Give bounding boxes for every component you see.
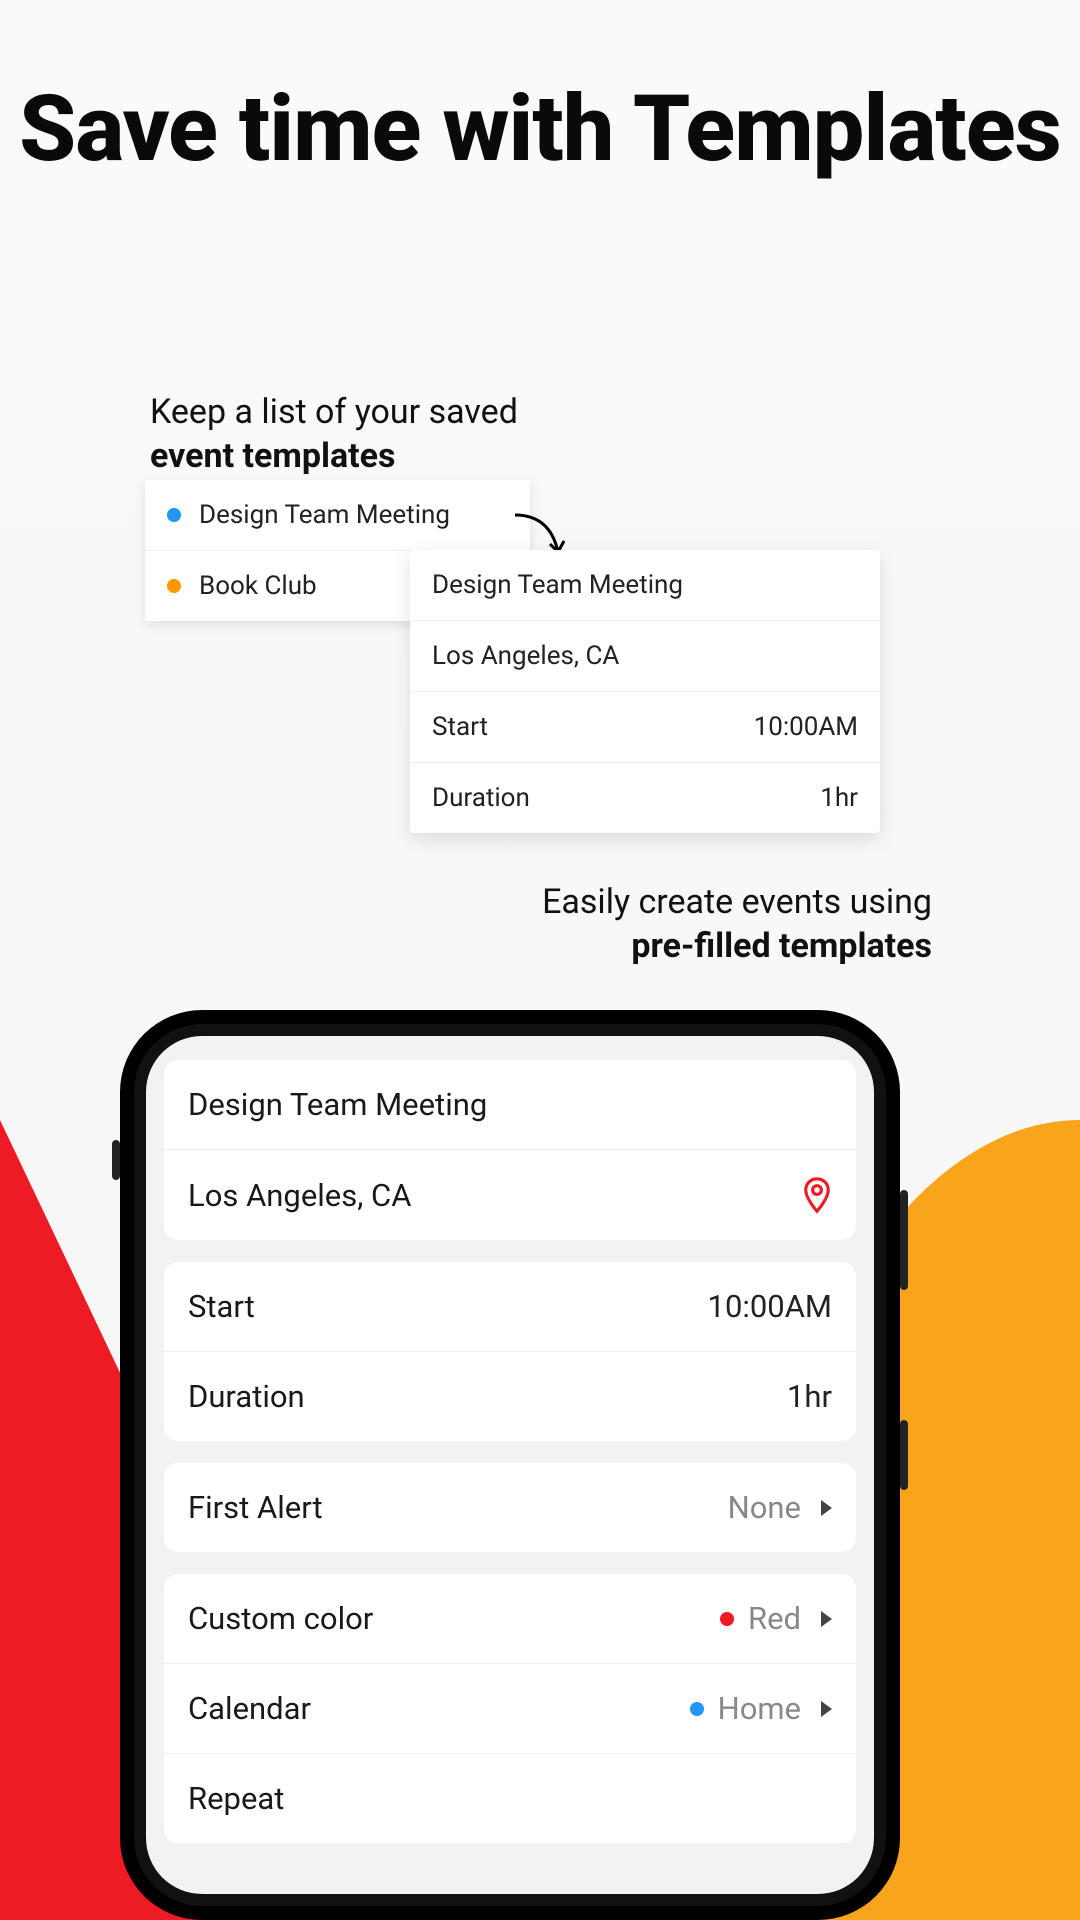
template-detail-title-row: Design Team Meeting — [410, 550, 880, 620]
template-list-label: Design Team Meeting — [199, 500, 450, 530]
row-label: Duration — [188, 1378, 305, 1415]
event-settings-card: Custom color Red Calendar Home — [164, 1574, 856, 1843]
row-label: First Alert — [188, 1489, 323, 1526]
chevron-right-icon — [821, 1701, 832, 1717]
subtitle-prefilled: Easily create events using pre-filled te… — [542, 880, 932, 968]
template-detail-location-row: Los Angeles, CA — [410, 620, 880, 691]
row-value: 1hr — [787, 1378, 832, 1415]
phone-bezel: Design Team Meeting Los Angeles, CA Star… — [134, 1024, 886, 1906]
phone-screen: Design Team Meeting Los Angeles, CA Star… — [146, 1036, 874, 1894]
row-label: Start — [432, 712, 488, 742]
row-value: Home — [718, 1690, 801, 1727]
location-pin-icon — [802, 1176, 832, 1214]
chevron-right-icon — [821, 1500, 832, 1516]
event-alert-card: First Alert None — [164, 1463, 856, 1552]
template-detail-card: Design Team Meeting Los Angeles, CA Star… — [410, 550, 880, 833]
template-detail-title: Design Team Meeting — [432, 570, 683, 600]
color-dot-icon — [690, 1702, 704, 1716]
page-title: Save time with Templates — [0, 80, 1080, 179]
event-title: Design Team Meeting — [188, 1086, 487, 1123]
subtitle-bold: event templates — [150, 436, 396, 476]
event-location-row[interactable]: Los Angeles, CA — [164, 1149, 856, 1240]
calendar-row[interactable]: Calendar Home — [164, 1663, 856, 1753]
row-value: 10:00AM — [754, 712, 858, 742]
row-value: Red — [748, 1600, 801, 1637]
row-value-group: Home — [690, 1690, 832, 1727]
repeat-row[interactable]: Repeat — [164, 1753, 856, 1843]
row-label: Start — [188, 1288, 255, 1325]
color-dot-icon — [167, 508, 181, 522]
row-value: 1hr — [820, 783, 858, 813]
row-label: Duration — [432, 783, 530, 813]
template-list-item[interactable]: Design Team Meeting — [145, 480, 530, 550]
event-location: Los Angeles, CA — [188, 1177, 411, 1214]
subtitle-line: Easily create events using — [542, 882, 932, 922]
template-detail-start-row: Start 10:00AM — [410, 691, 880, 762]
row-label: Repeat — [188, 1780, 284, 1817]
row-label: Custom color — [188, 1600, 373, 1637]
row-value: None — [728, 1489, 801, 1526]
color-dot-icon — [720, 1612, 734, 1626]
color-dot-icon — [167, 579, 181, 593]
row-label: Calendar — [188, 1690, 311, 1727]
duration-row[interactable]: Duration 1hr — [164, 1351, 856, 1441]
event-header-card: Design Team Meeting Los Angeles, CA — [164, 1060, 856, 1240]
phone-side-button — [112, 1140, 120, 1180]
subtitle-line: Keep a list of your saved — [150, 392, 518, 432]
phone-frame: Design Team Meeting Los Angeles, CA Star… — [120, 1010, 900, 1920]
start-row[interactable]: Start 10:00AM — [164, 1262, 856, 1351]
template-list-label: Book Club — [199, 571, 317, 601]
phone-side-button — [900, 1190, 908, 1290]
row-value-group: Red — [720, 1600, 832, 1637]
event-time-card: Start 10:00AM Duration 1hr — [164, 1262, 856, 1441]
custom-color-row[interactable]: Custom color Red — [164, 1574, 856, 1663]
template-detail-location: Los Angeles, CA — [432, 641, 619, 671]
row-value: 10:00AM — [708, 1288, 832, 1325]
row-value-group: None — [728, 1489, 832, 1526]
subtitle-bold: pre-filled templates — [631, 926, 932, 966]
subtitle-templates-list: Keep a list of your saved event template… — [150, 390, 518, 478]
event-title-row[interactable]: Design Team Meeting — [164, 1060, 856, 1149]
chevron-right-icon — [821, 1611, 832, 1627]
template-detail-duration-row: Duration 1hr — [410, 762, 880, 833]
phone-side-button — [900, 1420, 908, 1490]
first-alert-row[interactable]: First Alert None — [164, 1463, 856, 1552]
